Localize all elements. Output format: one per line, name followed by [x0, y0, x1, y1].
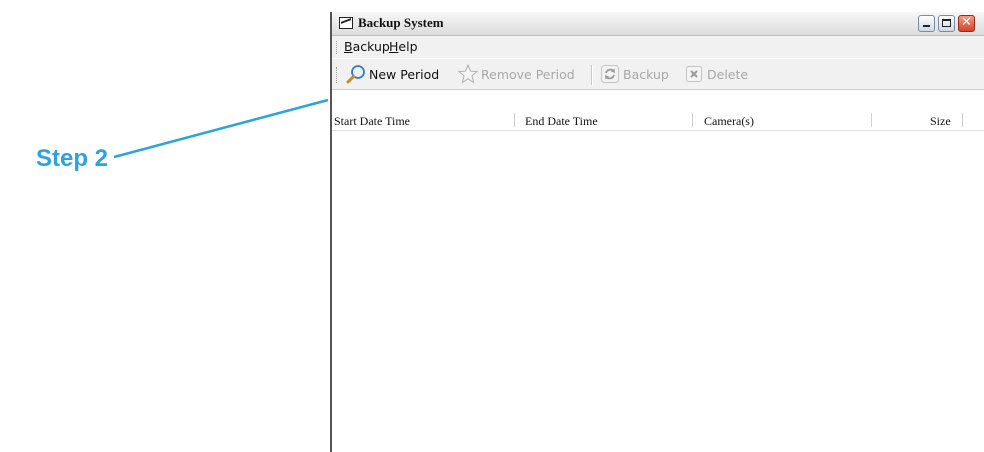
toolbar: New Period Remove Period Backup Delete — [332, 59, 984, 90]
column-header-cameras[interactable]: Camera(s) — [704, 114, 754, 129]
new-period-label: New Period — [369, 66, 440, 82]
column-divider[interactable] — [514, 113, 515, 127]
toolbar-separator — [591, 65, 593, 85]
delete-x-icon — [684, 64, 704, 84]
maximize-icon[interactable] — [938, 15, 955, 32]
menu-backup[interactable]: Backup — [344, 39, 390, 54]
backup-button[interactable]: Backup — [600, 64, 669, 84]
column-header-end-date-time[interactable]: End Date Time — [525, 114, 598, 129]
star-icon — [457, 63, 479, 84]
remove-period-label: Remove Period — [481, 66, 575, 82]
column-divider[interactable] — [692, 113, 693, 127]
new-period-button[interactable]: New Period — [346, 64, 439, 84]
magnifier-icon — [346, 64, 366, 84]
menu-help[interactable]: Help — [389, 39, 418, 54]
backup-period-list[interactable] — [332, 131, 984, 452]
window-title: Backup System — [358, 15, 444, 30]
remove-period-button[interactable]: Remove Period — [457, 63, 575, 84]
app-window-icon — [339, 17, 353, 29]
column-header-size[interactable]: Size — [930, 114, 951, 129]
toolbar-grip[interactable] — [336, 67, 339, 83]
column-divider[interactable] — [871, 113, 872, 127]
step-2-annotation-label: Step 2 — [36, 145, 109, 172]
delete-button[interactable]: Delete — [684, 64, 748, 84]
close-icon[interactable] — [958, 15, 975, 32]
refresh-icon — [600, 64, 620, 84]
delete-label: Delete — [707, 66, 749, 82]
menubar-grip[interactable] — [336, 41, 339, 54]
title-bar[interactable]: Backup System — [332, 12, 984, 36]
menu-bar: Backup Help — [332, 36, 984, 58]
column-header-start-date-time[interactable]: Start Date Time — [334, 114, 410, 129]
minimize-icon[interactable] — [918, 15, 935, 32]
list-column-headers: Start Date Time End Date Time Camera(s) … — [332, 112, 984, 131]
column-divider[interactable] — [962, 113, 963, 127]
backup-label: Backup — [623, 66, 669, 82]
backup-system-window: Backup System Backup Help New Period — [330, 12, 984, 452]
